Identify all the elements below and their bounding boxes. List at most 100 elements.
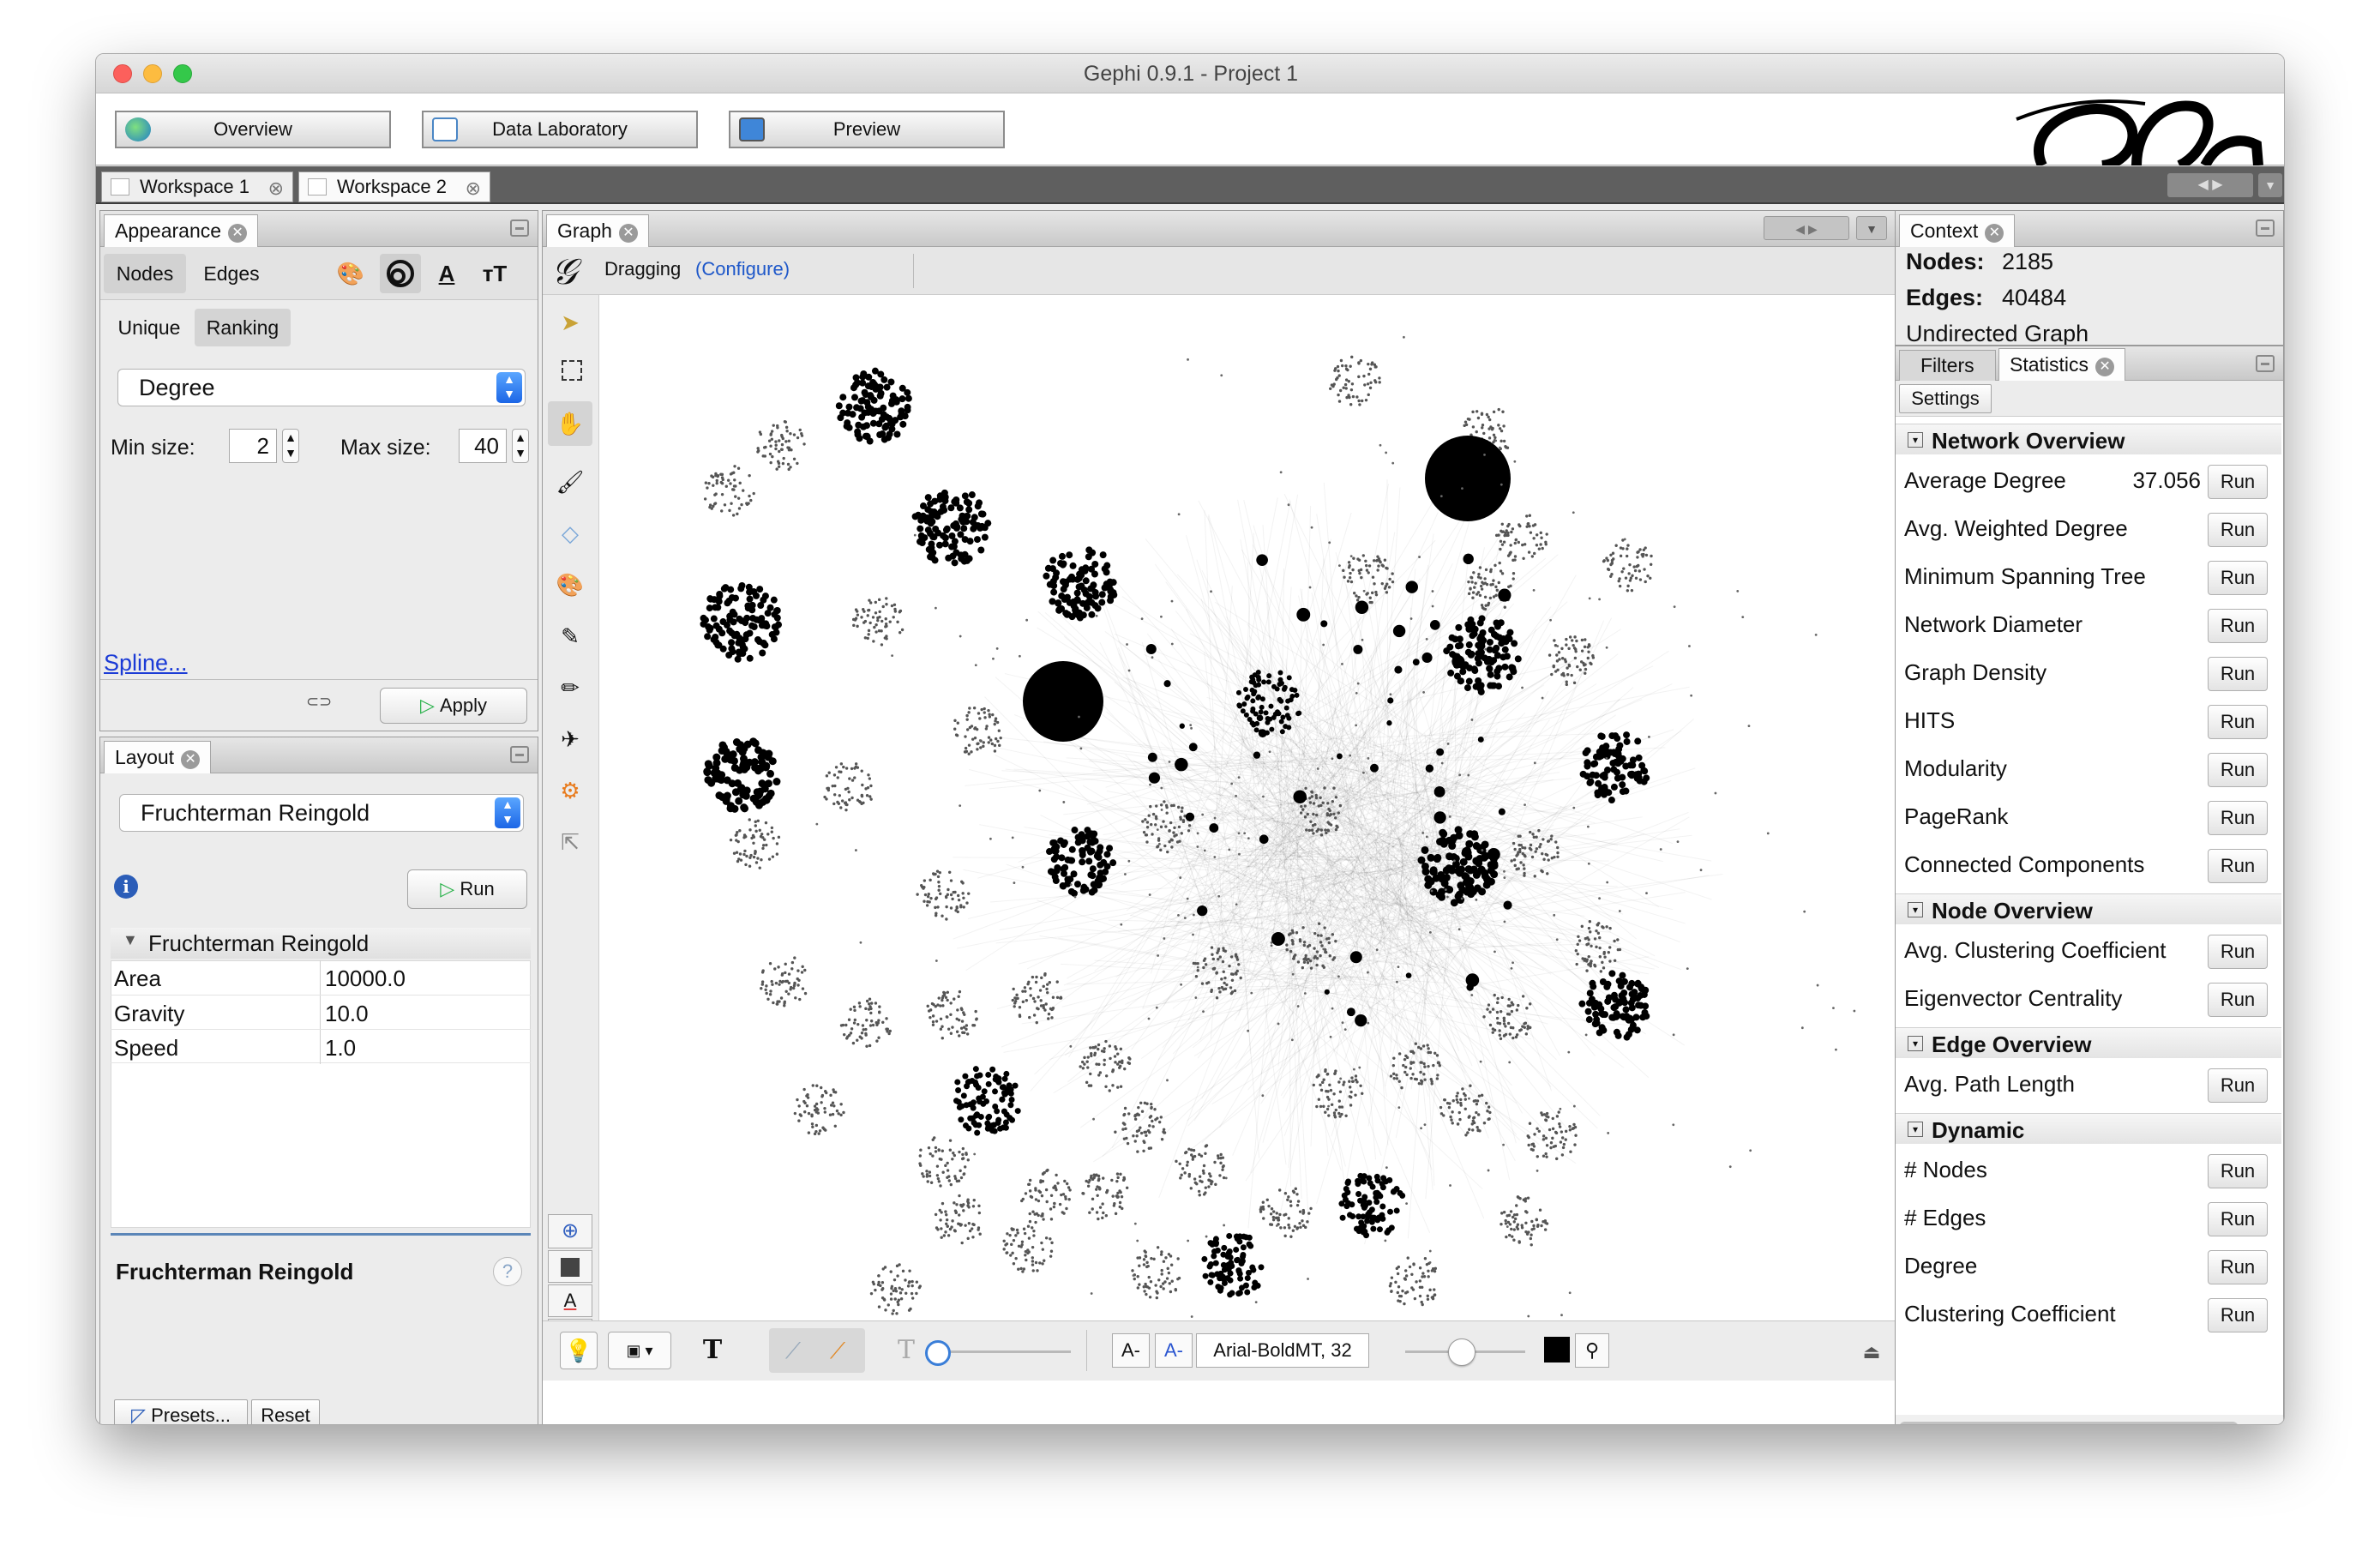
minimize-icon[interactable] <box>510 746 529 763</box>
property-row-speed[interactable]: Speed 1.0 <box>111 1029 531 1064</box>
zoom-fit-icon[interactable]: ⊕ <box>548 1214 592 1248</box>
close-icon[interactable]: ⊗ <box>268 174 284 203</box>
graph-node <box>1184 1151 1187 1155</box>
min-size-stepper[interactable]: ▲ ▼ <box>282 429 299 463</box>
graph-node <box>810 1113 814 1116</box>
close-icon[interactable]: ⊗ <box>466 174 481 203</box>
spline-link[interactable]: Spline... <box>104 650 188 677</box>
graph-node <box>1610 783 1618 791</box>
min-size-input[interactable]: 2 <box>229 429 277 463</box>
graph-node <box>1160 1272 1163 1276</box>
presets-button[interactable]: ◸ Presets... <box>114 1399 248 1424</box>
graph-node <box>979 1093 986 1100</box>
minimize-icon[interactable] <box>510 220 529 237</box>
label-color-icon[interactable]: A <box>430 256 464 291</box>
airplane-icon[interactable]: ✈ <box>553 722 587 756</box>
graph-node <box>1060 1193 1063 1197</box>
select-arrow-icon[interactable]: ➤ <box>553 305 587 340</box>
graph-node <box>760 986 763 990</box>
help-icon[interactable]: ? <box>493 1257 522 1286</box>
workspace-tab-2[interactable]: Workspace 2 ⊗ <box>298 171 490 202</box>
info-icon[interactable]: i <box>114 875 138 899</box>
layout-run-button[interactable]: ▷ Run <box>407 869 527 909</box>
graph-node <box>1343 1186 1349 1193</box>
data-laboratory-mode-button[interactable]: Data Laboratory <box>422 111 698 148</box>
graph-node <box>1207 1178 1211 1182</box>
graph-node <box>1421 831 1425 834</box>
edges-tab[interactable]: Edges <box>191 254 272 293</box>
close-icon[interactable]: ✕ <box>618 224 638 243</box>
rectangle-select-icon[interactable] <box>562 360 582 381</box>
graph-node <box>1402 1063 1405 1068</box>
graph-node <box>1349 571 1352 575</box>
graph-tab[interactable]: Graph ✕ <box>546 214 649 247</box>
graph-menu-icon[interactable]: ▼ <box>1856 216 1887 240</box>
pointer-help-icon[interactable]: ⇱ <box>553 825 587 859</box>
graph-node <box>1525 525 1529 528</box>
graph-node <box>1101 1202 1104 1206</box>
configure-link[interactable]: (Configure) <box>695 258 790 280</box>
drag-tool-button[interactable]: ✋ <box>548 401 592 446</box>
workspace-tab-1[interactable]: Workspace 1 ⊗ <box>101 171 293 202</box>
graph-node <box>1066 551 1073 559</box>
nodes-tab[interactable]: Nodes <box>104 254 186 293</box>
zoom-window-button[interactable] <box>173 64 192 83</box>
graph-node <box>1086 1066 1090 1069</box>
graph-node <box>1554 670 1558 673</box>
workspace-menu-icon[interactable]: ▼ <box>2258 173 2282 197</box>
unique-tab[interactable]: Unique <box>104 309 195 346</box>
mode-bar: Overview Data Laboratory Preview <box>96 93 2284 165</box>
graph-node <box>1613 959 1617 962</box>
label-size-icon[interactable]: тT <box>478 256 512 291</box>
graph-node <box>1351 1080 1355 1083</box>
close-icon[interactable]: ✕ <box>228 224 248 243</box>
layout-tab[interactable]: Layout ✕ <box>104 741 212 773</box>
preview-mode-button[interactable]: Preview <box>729 111 1005 148</box>
ranking-tab[interactable]: Ranking <box>195 309 291 346</box>
reset-button[interactable]: Reset <box>251 1399 320 1424</box>
max-size-input[interactable]: 40 <box>459 429 507 463</box>
background-color-button[interactable] <box>548 1250 592 1283</box>
graph-node <box>1154 823 1157 827</box>
overview-mode-button[interactable]: Overview <box>115 111 391 148</box>
gear-icon[interactable]: ⚙ <box>553 773 587 808</box>
size-button[interactable] <box>380 254 421 293</box>
graph-node <box>725 597 733 605</box>
minimize-window-button[interactable] <box>143 64 162 83</box>
brush-icon[interactable]: 🖌 <box>553 465 587 499</box>
graph-node <box>852 1021 856 1025</box>
collapse-triangle-icon[interactable]: ▼ <box>123 931 138 949</box>
graph-node <box>796 984 800 987</box>
graph-node <box>796 977 799 981</box>
apply-button[interactable]: ▷ Apply <box>380 688 527 724</box>
properties-section-header[interactable]: ▼ Fruchterman Reingold <box>111 928 531 959</box>
property-value[interactable]: 10.0 <box>325 1001 369 1027</box>
graph-scroll-arrows[interactable]: ◀ ▶ <box>1764 216 1849 240</box>
property-row-area[interactable]: Area 10000.0 <box>111 960 531 995</box>
graph-node <box>736 466 741 470</box>
close-icon[interactable]: ✕ <box>181 750 201 769</box>
graph-node <box>1587 650 1590 654</box>
graph-node <box>1361 1194 1368 1200</box>
appearance-tab[interactable]: Appearance ✕ <box>104 214 259 247</box>
graph-node <box>761 969 765 972</box>
edge-pencil-icon[interactable]: ✏ <box>553 671 587 705</box>
graph-node <box>1421 845 1429 854</box>
close-window-button[interactable] <box>113 64 132 83</box>
paint-palette-icon[interactable]: 🎨 <box>553 568 587 602</box>
layout-algorithm-select[interactable]: Fruchterman Reingold ▲ ▼ <box>119 794 524 832</box>
workspace-scroll-arrows[interactable]: ◀ ▶ <box>2167 173 2253 197</box>
property-value[interactable]: 1.0 <box>325 1035 356 1062</box>
splitter[interactable] <box>111 1233 531 1236</box>
pencil-icon[interactable]: ✎ <box>553 619 587 653</box>
graph-canvas[interactable] <box>600 295 1902 1320</box>
color-palette-icon[interactable]: 🎨 <box>334 256 368 291</box>
diamond-icon[interactable]: ◇ <box>553 516 587 550</box>
ranking-attribute-select[interactable]: Degree ▲ ▼ <box>117 369 526 406</box>
graph-node <box>1524 1032 1529 1036</box>
property-row-gravity[interactable]: Gravity 10.0 <box>111 995 531 1030</box>
label-color-icon[interactable]: A <box>548 1284 592 1317</box>
property-value[interactable]: 10000.0 <box>325 965 406 992</box>
chain-link-icon[interactable]: ⊂⊃ <box>306 693 332 711</box>
max-size-stepper[interactable]: ▲ ▼ <box>512 429 529 463</box>
